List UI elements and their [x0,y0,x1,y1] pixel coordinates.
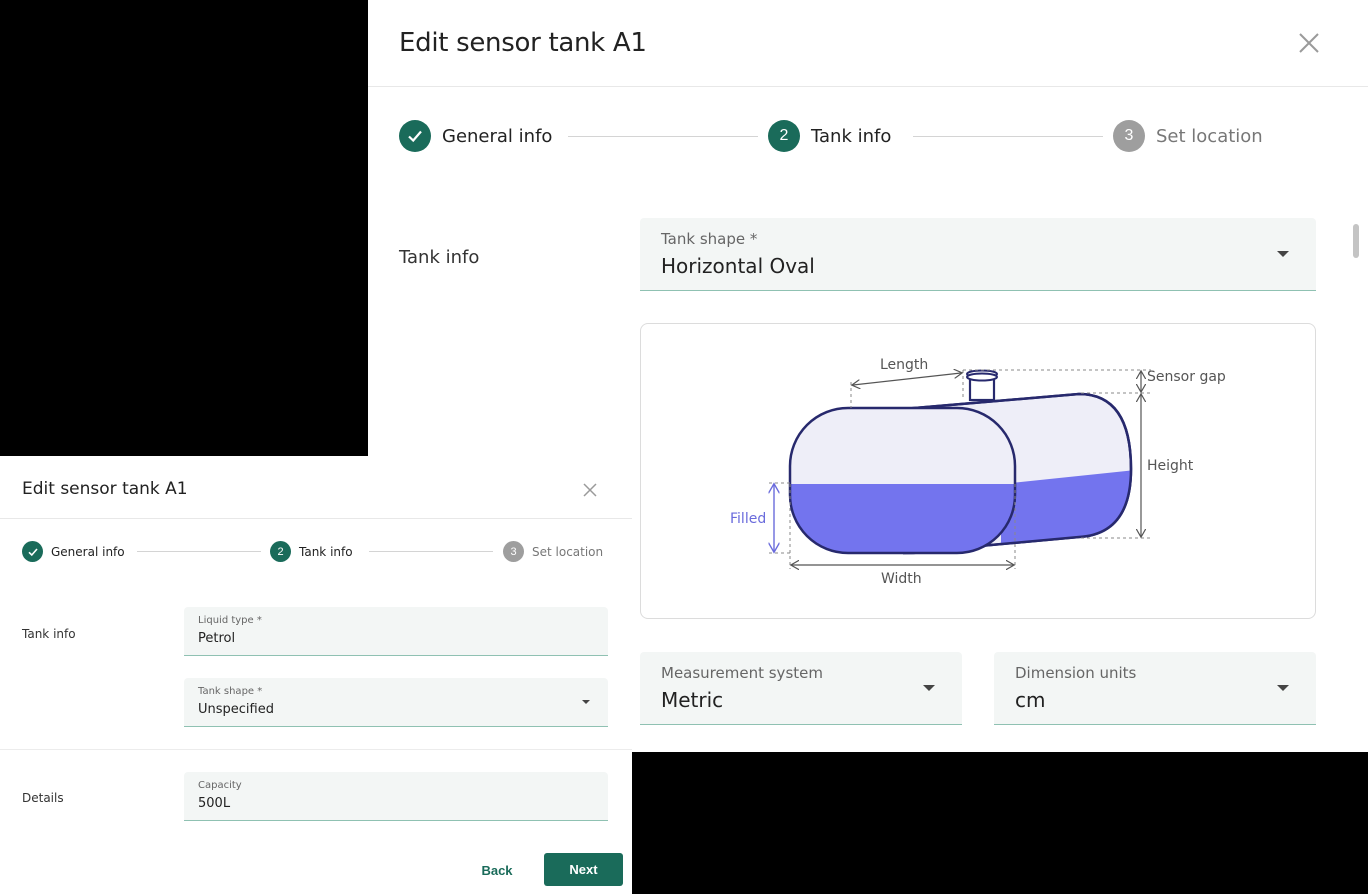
length-label: Length [880,357,928,373]
dialog-title: Edit sensor tank A1 [22,479,188,499]
dialog-title: Edit sensor tank A1 [399,28,647,58]
field-label: Capacity [198,780,242,791]
step-label-tank-info: Tank info [299,545,353,559]
measurement-system-select[interactable]: Measurement system Metric [640,652,962,725]
close-icon[interactable] [582,482,598,498]
section-label-tank-info: Tank info [399,247,480,268]
field-value: Petrol [198,631,236,646]
edit-tank-dialog-small: Edit sensor tank A1 General info 2 Tank … [0,456,632,894]
next-button[interactable]: Next [544,853,623,886]
capacity-field[interactable]: Capacity 500L [184,772,608,821]
tank-shape-select[interactable]: Tank shape * Unspecified [184,678,608,727]
step-number: 2 [779,127,789,144]
field-value: 500L [198,796,231,811]
step-set-location[interactable]: 3 [503,541,524,562]
tank-diagram-card: Length Sensor gap Height Filled Width [640,323,1316,619]
step-label-general-info: General info [51,545,125,559]
length-arrow [853,373,961,385]
field-value: cm [1015,688,1046,712]
chevron-down-icon [923,685,935,691]
back-button[interactable]: Back [466,854,528,886]
step-connector [369,551,493,552]
step-connector [137,551,261,552]
field-label: Tank shape * [661,230,758,248]
tank-liquid-side [1001,470,1131,553]
step-set-location[interactable]: 3 [1113,120,1145,152]
close-icon[interactable] [1297,31,1321,55]
step-tank-info[interactable]: 2 [768,120,800,152]
step-number: 2 [277,545,284,558]
step-general-info[interactable] [22,541,43,562]
step-tank-info[interactable]: 2 [270,541,291,562]
step-label-set-location: Set location [532,545,604,559]
sensor-gap-label: Sensor gap [1147,369,1226,385]
filled-label: Filled [730,511,766,527]
step-label-tank-info: Tank info [811,126,892,147]
field-label: Tank shape * [198,686,263,697]
field-label: Liquid type * [198,615,262,626]
tank-diagram: Length Sensor gap Height Filled Width [730,357,1226,587]
liquid-type-field[interactable]: Liquid type * Petrol [184,607,608,656]
step-general-info[interactable] [399,120,431,152]
chevron-down-icon [1277,251,1289,257]
chevron-down-icon [1277,685,1289,691]
scrollbar-thumb[interactable] [1353,224,1359,258]
dimension-units-select[interactable]: Dimension units cm [994,652,1316,725]
header-divider [368,86,1368,87]
field-value: Unspecified [198,702,274,717]
tank-shape-select[interactable]: Tank shape * Horizontal Oval [640,218,1316,291]
field-label: Measurement system [661,664,823,682]
width-label: Width [881,571,922,587]
step-label-general-info: General info [442,126,553,147]
section-divider [0,749,632,750]
section-label-tank-info: Tank info [22,627,76,641]
field-label: Dimension units [1015,664,1137,682]
step-number: 3 [1124,127,1134,144]
check-icon [408,130,422,143]
step-connector [913,136,1103,137]
height-label: Height [1147,458,1194,474]
chevron-down-icon [582,700,590,704]
section-label-details: Details [22,791,64,805]
check-icon [27,547,38,556]
header-divider [0,518,632,519]
field-value: Metric [661,688,724,712]
step-connector [568,136,758,137]
step-label-set-location: Set location [1156,126,1263,147]
step-number: 3 [510,545,517,558]
field-value: Horizontal Oval [661,254,815,278]
